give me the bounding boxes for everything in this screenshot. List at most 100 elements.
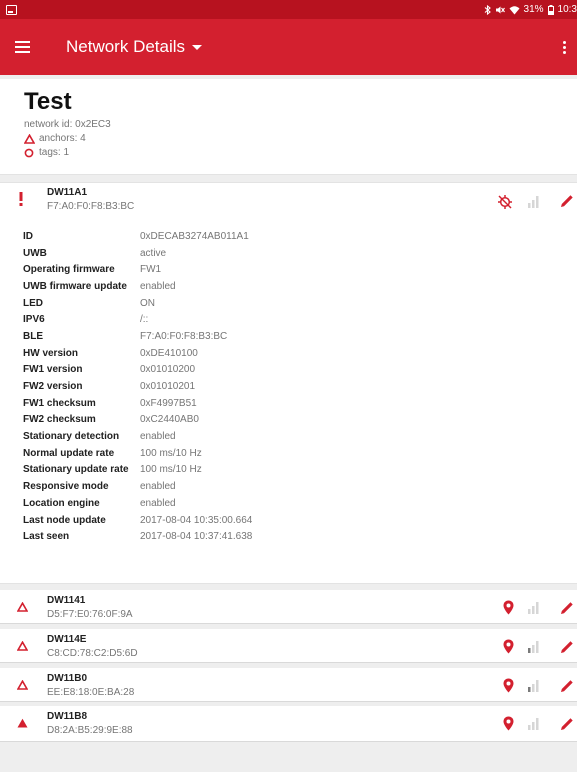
signal-bars-icon[interactable] [527,639,541,653]
detail-row: FW1 checksum 0xF4997B51 [23,395,252,412]
location-pin-icon[interactable] [503,600,514,615]
tags-count: tags: 1 [39,147,70,158]
tag-circle-icon [24,148,34,157]
node-card-expanded[interactable]: DW11A1 F7:A0:F0:F8:B3:BC ID 0xDECAB3274AB… [0,182,577,584]
app-bar: Network Details [0,19,577,75]
bluetooth-icon [484,4,491,15]
node-mac: EE:E8:18:0E:BA:28 [47,687,135,698]
anchors-count-row: anchors: 4 [24,133,577,144]
network-name: Test [24,88,72,115]
detail-key: FW1 version [23,364,83,376]
node-mac: D8:2A:B5:29:9E:88 [47,725,133,736]
node-mac: C8:CD:78:C2:D5:6D [47,648,138,659]
detail-key: Last node update [23,514,106,526]
detail-value: 100 ms/10 Hz [140,447,202,459]
battery-percent: 31% [523,4,544,15]
node-row[interactable]: DW11B8 D8:2A:B5:29:9E:88 [0,706,577,742]
detail-key: FW2 version [23,381,83,393]
detail-row: IPV6 /:: [23,311,252,328]
node-header[interactable]: DW114E C8:CD:78:C2:D5:6D [0,629,577,663]
detail-key: Last seen [23,531,70,543]
detail-value: enabled [140,280,176,292]
signal-bars-icon[interactable] [527,194,541,208]
tags-count-row: tags: 1 [24,147,577,158]
anchors-count: anchors: 4 [39,133,86,144]
detail-value: 0xC2440AB0 [140,414,199,426]
edit-pencil-icon[interactable] [560,679,574,693]
node-row[interactable]: DW11B0 EE:E8:18:0E:BA:28 [0,668,577,702]
network-id: network id: 0x2EC3 [24,119,111,130]
network-selector-dropdown[interactable]: Network Details [66,37,203,57]
detail-row: Normal update rate 100 ms/10 Hz [23,445,252,462]
empty-area [0,743,577,772]
detail-key: Location engine [23,497,100,509]
location-pin-icon[interactable] [503,716,514,731]
dropdown-caret-icon [192,44,203,50]
edit-pencil-icon[interactable] [560,194,574,208]
location-pin-icon[interactable] [503,639,514,654]
detail-row: FW2 checksum 0xC2440AB0 [23,412,252,429]
detail-row: Stationary update rate 100 ms/10 Hz [23,462,252,479]
detail-row: Last seen 2017-08-04 10:37:41.638 [23,528,252,545]
detail-value: 0x01010201 [140,381,196,393]
detail-value: 0x01010200 [140,364,196,376]
node-header[interactable]: DW11B0 EE:E8:18:0E:BA:28 [0,668,577,702]
detail-value: 0xF4997B51 [140,397,197,409]
detail-value: enabled [140,431,176,443]
detail-row: Responsive mode enabled [23,478,252,495]
node-row[interactable]: DW1141 D5:F7:E0:76:0F:9A [0,590,577,624]
location-pin-icon[interactable] [503,678,514,693]
edit-pencil-icon[interactable] [560,640,574,654]
gallery-notification-icon [6,4,17,15]
detail-key: FW2 checksum [23,414,96,426]
signal-bars-icon[interactable] [527,716,541,730]
battery-icon [547,4,554,15]
clock: 10:3 [557,4,577,15]
detail-row: HW version 0xDE410100 [23,345,252,362]
signal-bars-icon[interactable] [527,600,541,614]
detail-value: 0xDECAB3274AB011A1 [140,230,249,242]
node-header[interactable]: DW11A1 F7:A0:F0:F8:B3:BC [0,183,577,217]
detail-value: active [140,247,167,259]
mute-icon [495,6,505,13]
detail-row: BLE F7:A0:F0:F8:B3:BC [23,328,252,345]
detail-row: FW1 version 0x01010200 [23,362,252,379]
detail-value: 2017-08-04 10:37:41.638 [140,531,253,543]
node-row[interactable]: DW114E C8:CD:78:C2:D5:6D [0,629,577,663]
status-bar: 31% 10:3 [0,0,577,19]
node-name: DW11A1 [47,187,88,198]
hamburger-menu-icon[interactable] [14,35,38,59]
detail-value: 100 ms/10 Hz [140,464,202,476]
detail-value: 0xDE410100 [140,347,198,359]
node-header[interactable]: DW1141 D5:F7:E0:76:0F:9A [0,590,577,624]
detail-row: UWB active [23,245,252,262]
detail-value: F7:A0:F0:F8:B3:BC [140,330,228,342]
app-bar-title: Network Details [66,37,186,56]
anchor-outline-icon [17,641,28,651]
detail-key: FW1 checksum [23,397,96,409]
signal-bars-icon[interactable] [527,678,541,692]
detail-key: Operating firmware [23,264,115,276]
edit-pencil-icon[interactable] [560,717,574,731]
detail-row: FW2 version 0x01010201 [23,378,252,395]
detail-row: Operating firmware FW1 [23,261,252,278]
detail-value: FW1 [140,264,162,276]
detail-value: enabled [140,497,176,509]
network-summary-card: Test network id: 0x2EC3 anchors: 4 tags:… [0,79,577,175]
anchor-outline-icon [17,602,28,612]
more-vert-icon[interactable] [559,37,569,57]
detail-row: Location engine enabled [23,495,252,512]
edit-pencil-icon[interactable] [560,601,574,615]
node-header[interactable]: DW11B8 D8:2A:B5:29:9E:88 [0,706,577,740]
detail-key: UWB [23,247,47,259]
node-mac: D5:F7:E0:76:0F:9A [47,609,133,620]
wifi-icon [509,5,520,14]
node-name: DW114E [47,634,87,645]
detail-key: UWB firmware update [23,280,127,292]
node-name: DW11B8 [47,711,88,722]
detail-row: Stationary detection enabled [23,428,252,445]
node-name: DW11B0 [47,673,88,684]
location-off-icon[interactable] [497,194,513,210]
exclamation-icon [19,192,23,206]
detail-key: Responsive mode [23,481,109,493]
